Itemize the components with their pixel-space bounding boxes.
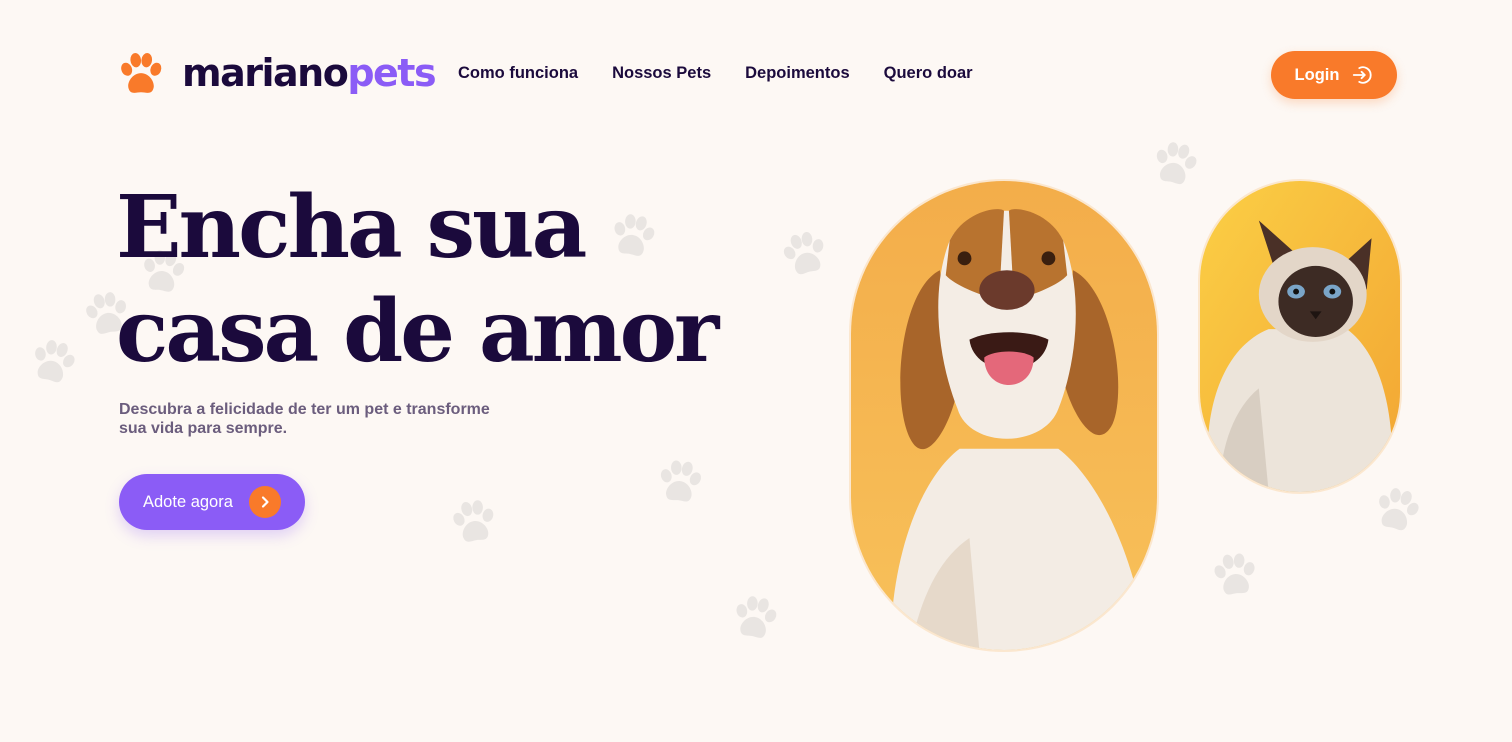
- nav-link-quero-doar[interactable]: Quero doar: [884, 64, 973, 83]
- nav-link-depoimentos[interactable]: Depoimentos: [745, 64, 850, 83]
- brand-name-part2: pets: [347, 51, 436, 95]
- login-button[interactable]: Login: [1271, 51, 1397, 99]
- paw-decoration-icon: [1210, 551, 1261, 602]
- paw-icon: [118, 53, 164, 97]
- paw-decoration-icon: [1369, 483, 1425, 539]
- hero-headline-line1: Encha sua: [116, 177, 587, 278]
- dog-photo: [849, 179, 1159, 652]
- paw-decoration-icon: [777, 227, 833, 283]
- nav-link-nossos-pets[interactable]: Nossos Pets: [612, 64, 711, 83]
- top-navigation: marianopets Como funciona Nossos Pets De…: [0, 0, 1512, 150]
- hero-headline: Encha sua casa de amor: [116, 176, 756, 384]
- adopt-now-button[interactable]: Adote agora: [119, 474, 305, 530]
- login-button-label: Login: [1294, 65, 1340, 84]
- paw-decoration-icon: [448, 497, 500, 549]
- adopt-now-label: Adote agora: [143, 492, 233, 511]
- main-menu: Como funciona Nossos Pets Depoimentos Qu…: [458, 64, 973, 83]
- brand-name: marianopets: [182, 51, 437, 95]
- nav-link-como-funciona[interactable]: Como funciona: [458, 64, 578, 83]
- paw-decoration-icon: [655, 458, 706, 509]
- hero-subtitle: Descubra a felicidade de ter um pet e tr…: [119, 401, 490, 437]
- cat-photo: [1198, 179, 1402, 494]
- login-arrow-icon: [1351, 64, 1373, 86]
- brand-name-part1: mariano: [182, 51, 349, 95]
- hero-headline-line2: casa de amor: [116, 281, 719, 382]
- brand-logo[interactable]: marianopets: [118, 51, 437, 98]
- paw-decoration-icon: [25, 335, 81, 391]
- paw-decoration-icon: [728, 592, 781, 645]
- chevron-right-icon: [248, 486, 281, 518]
